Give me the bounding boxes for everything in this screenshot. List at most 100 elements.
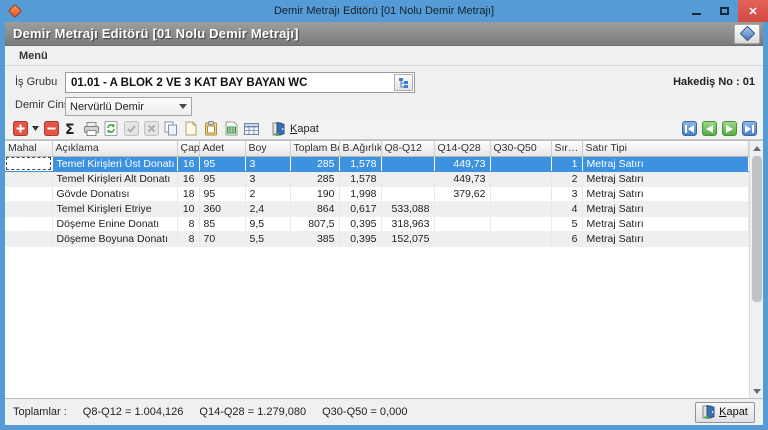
cell-q30_q50[interactable] xyxy=(490,201,551,216)
export-excel-button[interactable] xyxy=(222,120,240,138)
print-button[interactable] xyxy=(82,120,100,138)
table-row[interactable]: Döşeme Enine Donatı8859,5807,50,395318,9… xyxy=(5,216,749,231)
cell-sira[interactable]: 3 xyxy=(551,186,582,201)
cell-q8_q12[interactable] xyxy=(381,156,434,171)
cell-toplam_boy[interactable]: 807,5 xyxy=(290,216,339,231)
cell-aciklama[interactable]: Döşeme Enine Donatı xyxy=(52,216,177,231)
cell-toplam_boy[interactable]: 864 xyxy=(290,201,339,216)
cell-q14_q28[interactable] xyxy=(434,216,490,231)
copy-button[interactable] xyxy=(162,120,180,138)
cell-sira[interactable]: 4 xyxy=(551,201,582,216)
next-record-button[interactable] xyxy=(722,121,737,136)
cell-aciklama[interactable]: Temel Kirişleri Alt Donatı xyxy=(52,171,177,186)
cell-mahal[interactable] xyxy=(5,201,52,216)
first-record-button[interactable] xyxy=(682,121,697,136)
add-row-button[interactable] xyxy=(11,120,29,138)
cell-q8_q12[interactable]: 318,963 xyxy=(381,216,434,231)
sum-button[interactable]: Σ xyxy=(62,120,80,138)
cell-q8_q12[interactable] xyxy=(381,171,434,186)
column-header[interactable]: Q14-Q28 xyxy=(434,141,490,156)
scrollbar-thumb[interactable] xyxy=(752,156,762,302)
column-header[interactable]: Q8-Q12 xyxy=(381,141,434,156)
column-header[interactable]: Boy xyxy=(245,141,290,156)
cell-q30_q50[interactable] xyxy=(490,216,551,231)
cell-toplam_boy[interactable]: 190 xyxy=(290,186,339,201)
cell-q14_q28[interactable]: 449,73 xyxy=(434,171,490,186)
table-row[interactable]: Temel Kirişleri Alt Donatı169532851,5784… xyxy=(5,171,749,186)
cell-cap[interactable]: 8 xyxy=(177,231,199,246)
new-page-button[interactable] xyxy=(182,120,200,138)
column-header[interactable]: Satır Tipi xyxy=(582,141,749,156)
table-row[interactable]: Temel Kirişleri Üst Donatı169532851,5784… xyxy=(5,156,749,171)
scroll-up-icon[interactable] xyxy=(750,141,763,155)
cell-cap[interactable]: 18 xyxy=(177,186,199,201)
cell-boy[interactable]: 5,5 xyxy=(245,231,290,246)
menu-item-menu[interactable]: Menü xyxy=(15,48,52,64)
cell-sira[interactable]: 2 xyxy=(551,171,582,186)
toolbar-kapat-button[interactable]: Kapat xyxy=(272,122,319,136)
cell-boy[interactable]: 9,5 xyxy=(245,216,290,231)
cell-adet[interactable]: 70 xyxy=(199,231,245,246)
cell-toplam_boy[interactable]: 285 xyxy=(290,156,339,171)
cell-toplam_boy[interactable]: 385 xyxy=(290,231,339,246)
cell-aciklama[interactable]: Temel Kirişleri Etriye xyxy=(52,201,177,216)
column-header[interactable]: Mahal xyxy=(5,141,52,156)
cell-q30_q50[interactable] xyxy=(490,231,551,246)
cell-b_agirlik[interactable]: 0,395 xyxy=(339,216,381,231)
paste-button[interactable] xyxy=(202,120,220,138)
cell-aciklama[interactable]: Gövde Donatısı xyxy=(52,186,177,201)
cell-boy[interactable]: 3 xyxy=(245,171,290,186)
cell-satir_tipi[interactable]: Metraj Satırı xyxy=(582,156,749,171)
cell-mahal[interactable] xyxy=(5,231,52,246)
grid-view-button[interactable] xyxy=(242,120,260,138)
column-header[interactable]: Q30-Q50 xyxy=(490,141,551,156)
cell-satir_tipi[interactable]: Metraj Satırı xyxy=(582,216,749,231)
cell-q14_q28[interactable] xyxy=(434,201,490,216)
cell-cap[interactable]: 8 xyxy=(177,216,199,231)
cell-satir_tipi[interactable]: Metraj Satırı xyxy=(582,231,749,246)
cell-adet[interactable]: 95 xyxy=(199,186,245,201)
demir-cinsi-select[interactable]: Nervürlü Demir xyxy=(65,97,192,116)
cell-q14_q28[interactable]: 379,62 xyxy=(434,186,490,201)
is-grubu-input[interactable]: 01.01 - A BLOK 2 VE 3 KAT BAY BAYAN WC xyxy=(65,72,415,93)
cell-mahal[interactable] xyxy=(5,156,52,171)
cell-mahal[interactable] xyxy=(5,186,52,201)
table-row[interactable]: Temel Kirişleri Etriye103602,48640,61753… xyxy=(5,201,749,216)
cell-q8_q12[interactable] xyxy=(381,186,434,201)
cell-satir_tipi[interactable]: Metraj Satırı xyxy=(582,201,749,216)
add-dropdown-button[interactable] xyxy=(31,120,40,138)
previous-record-button[interactable] xyxy=(702,121,717,136)
cell-q14_q28[interactable]: 449,73 xyxy=(434,156,490,171)
delete-row-button[interactable] xyxy=(42,120,60,138)
cell-mahal[interactable] xyxy=(5,216,52,231)
cell-sira[interactable]: 5 xyxy=(551,216,582,231)
vertical-scrollbar[interactable] xyxy=(749,141,763,398)
column-header[interactable]: Sır… xyxy=(551,141,582,156)
table-row[interactable]: Döşeme Boyuna Donatı8705,53850,395152,07… xyxy=(5,231,749,246)
refresh-button[interactable] xyxy=(102,120,120,138)
cell-b_agirlik[interactable]: 1,998 xyxy=(339,186,381,201)
cell-q30_q50[interactable] xyxy=(490,186,551,201)
kapat-button[interactable]: Kapat xyxy=(695,402,755,423)
scroll-down-icon[interactable] xyxy=(750,384,763,398)
cell-q30_q50[interactable] xyxy=(490,171,551,186)
work-group-picker-button[interactable] xyxy=(394,74,413,91)
cell-adet[interactable]: 85 xyxy=(199,216,245,231)
cell-adet[interactable]: 95 xyxy=(199,156,245,171)
cell-cap[interactable]: 16 xyxy=(177,156,199,171)
cell-q14_q28[interactable] xyxy=(434,231,490,246)
column-header[interactable]: B.Ağırlık xyxy=(339,141,381,156)
column-header[interactable]: Adet xyxy=(199,141,245,156)
cell-aciklama[interactable]: Döşeme Boyuna Donatı xyxy=(52,231,177,246)
cell-adet[interactable]: 360 xyxy=(199,201,245,216)
column-header[interactable]: Açıklama xyxy=(52,141,177,156)
table-row[interactable]: Gövde Donatısı189521901,998379,623Metraj… xyxy=(5,186,749,201)
cell-b_agirlik[interactable]: 1,578 xyxy=(339,156,381,171)
cell-b_agirlik[interactable]: 0,617 xyxy=(339,201,381,216)
cell-cap[interactable]: 10 xyxy=(177,201,199,216)
cell-boy[interactable]: 2 xyxy=(245,186,290,201)
cell-boy[interactable]: 3 xyxy=(245,156,290,171)
cell-q30_q50[interactable] xyxy=(490,156,551,171)
cell-sira[interactable]: 1 xyxy=(551,156,582,171)
accept-button[interactable] xyxy=(122,120,140,138)
